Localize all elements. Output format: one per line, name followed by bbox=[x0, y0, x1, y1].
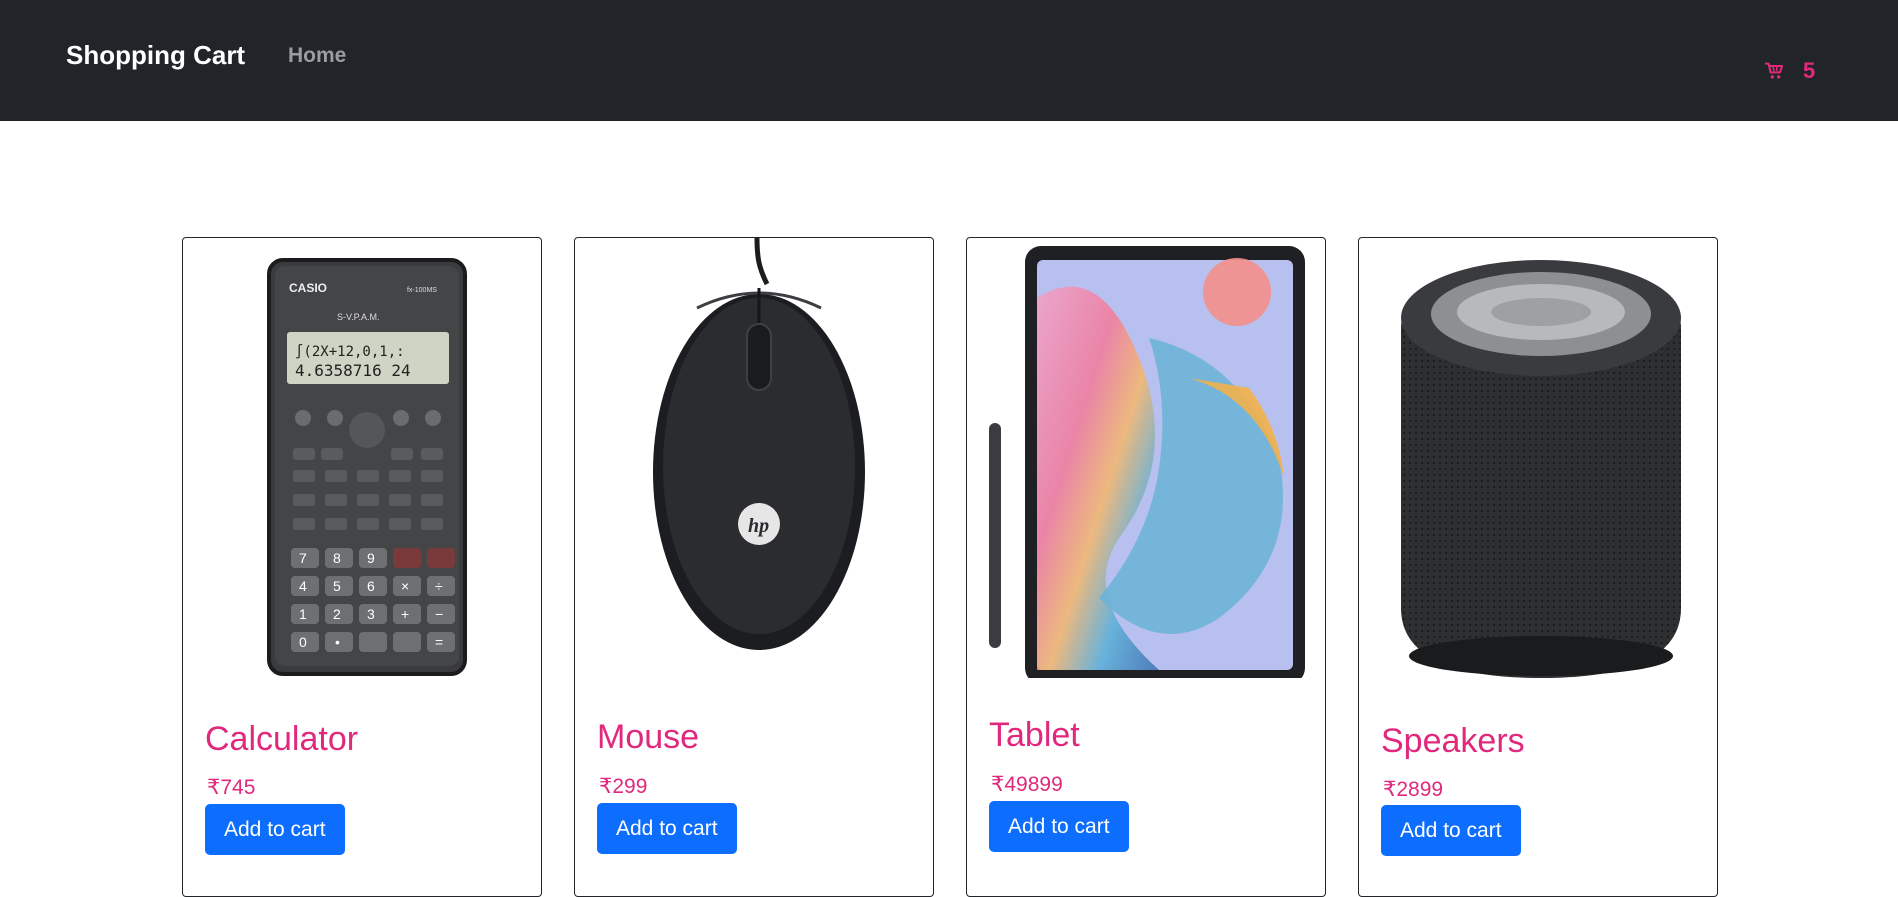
svg-text:3: 3 bbox=[367, 606, 375, 622]
cart-button[interactable]: 5 bbox=[1764, 58, 1815, 84]
svg-text:4.6358716 24: 4.6358716 24 bbox=[295, 361, 411, 380]
svg-text:S-V.P.A.M.: S-V.P.A.M. bbox=[337, 312, 380, 322]
navbar: Shopping Cart Home 5 bbox=[0, 0, 1898, 121]
svg-text:4: 4 bbox=[299, 578, 307, 594]
svg-text:÷: ÷ bbox=[435, 578, 443, 594]
add-to-cart-button[interactable]: Add to cart bbox=[1381, 805, 1521, 856]
calculator-image: CASIO fx-100MS S-V.P.A.M. ∫(2X+12,0,1,: … bbox=[195, 258, 529, 698]
product-title: Mouse bbox=[597, 718, 699, 757]
svg-text:2: 2 bbox=[333, 606, 341, 622]
add-to-cart-button[interactable]: Add to cart bbox=[597, 803, 737, 854]
product-card-calculator: CASIO fx-100MS S-V.P.A.M. ∫(2X+12,0,1,: … bbox=[182, 237, 542, 897]
svg-text:5: 5 bbox=[333, 578, 341, 594]
svg-text:fx-100MS: fx-100MS bbox=[407, 287, 437, 294]
svg-text:×: × bbox=[401, 578, 409, 594]
product-title: Tablet bbox=[989, 716, 1080, 755]
mouse-image: hp bbox=[587, 238, 921, 678]
svg-text:−: − bbox=[435, 606, 443, 622]
brand-link[interactable]: Shopping Cart bbox=[66, 40, 245, 71]
product-price: ₹299 bbox=[599, 774, 647, 799]
svg-text:CASIO: CASIO bbox=[289, 281, 327, 295]
svg-text:•: • bbox=[335, 634, 340, 650]
nav-home-link[interactable]: Home bbox=[288, 44, 346, 68]
add-to-cart-button[interactable]: Add to cart bbox=[989, 801, 1129, 852]
svg-text:8: 8 bbox=[333, 550, 341, 566]
svg-text:7: 7 bbox=[299, 550, 307, 566]
tablet-image bbox=[979, 238, 1313, 678]
svg-text:0: 0 bbox=[299, 634, 307, 650]
svg-text:+: + bbox=[401, 606, 409, 622]
product-card-speakers: Speakers ₹2899 Add to cart bbox=[1358, 237, 1718, 897]
product-title: Calculator bbox=[205, 720, 358, 759]
product-title: Speakers bbox=[1381, 722, 1525, 761]
add-to-cart-button[interactable]: Add to cart bbox=[205, 804, 345, 855]
product-price: ₹2899 bbox=[1383, 777, 1443, 802]
svg-text:=: = bbox=[435, 634, 443, 650]
svg-text:1: 1 bbox=[299, 606, 307, 622]
svg-text:∫(2X+12,0,1,:: ∫(2X+12,0,1,: bbox=[295, 343, 405, 360]
svg-text:6: 6 bbox=[367, 578, 375, 594]
product-price: ₹745 bbox=[207, 775, 255, 800]
product-card-tablet: Tablet ₹49899 Add to cart bbox=[966, 237, 1326, 897]
product-price: ₹49899 bbox=[991, 772, 1063, 797]
svg-text:9: 9 bbox=[367, 550, 375, 566]
speaker-image bbox=[1371, 238, 1705, 678]
product-card-mouse: hp Mouse ₹299 Add to cart bbox=[574, 237, 934, 897]
cart-count-badge: 5 bbox=[1803, 58, 1815, 84]
svg-text:hp: hp bbox=[748, 515, 769, 537]
cart-icon bbox=[1764, 60, 1786, 82]
